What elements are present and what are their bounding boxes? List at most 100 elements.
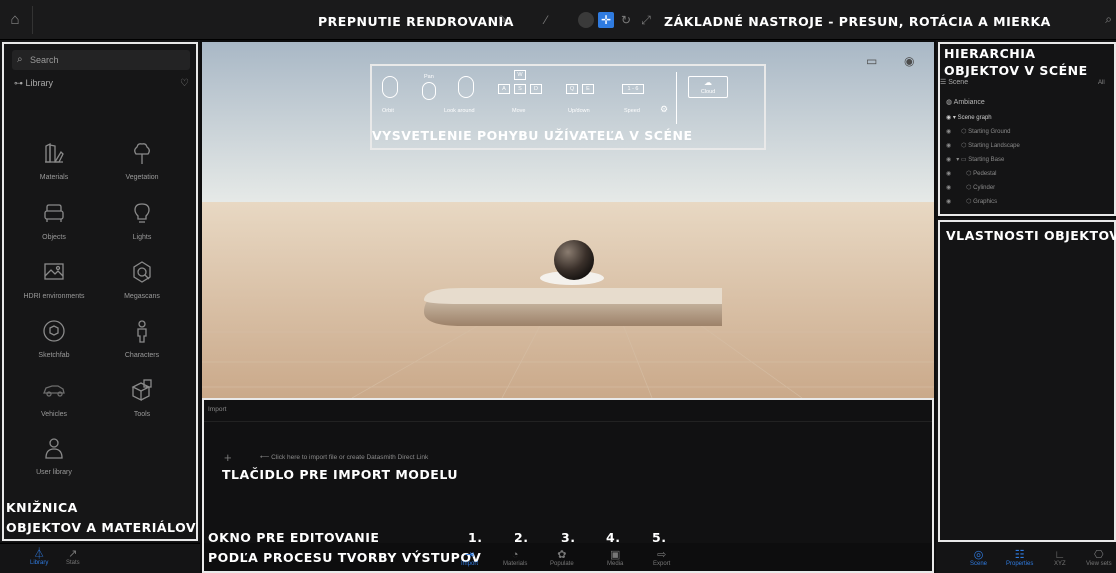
library-item-label: Materials	[39, 174, 69, 181]
annotation-user-movement: VYSVETLENIE POHYBU UŽÍVATEĽA V SCÉNE	[372, 128, 693, 143]
nav-scene[interactable]: ◎ Scene	[970, 549, 987, 567]
tree-item-scene-graph[interactable]: ◉ ▾ Scene graph	[946, 114, 992, 121]
tree-label: Scene graph	[957, 115, 992, 121]
library-nav-icon: ⏃	[33, 548, 45, 560]
properties-icon: ☷	[1014, 549, 1025, 561]
nav-label: Library	[30, 560, 49, 566]
vegetation-icon	[134, 143, 150, 164]
home-icon[interactable]: ⌂	[4, 9, 26, 31]
tree-item-pedestal[interactable]: ◉ ⬡ Pedestal	[946, 170, 997, 177]
nav-materials[interactable]: ◔ Materials	[503, 549, 527, 567]
library-item-vehicles[interactable]: Vehicles	[14, 377, 94, 433]
search-icon: ⌕	[17, 54, 23, 65]
library-header[interactable]: ⊶ Library ♡	[14, 78, 189, 89]
key-q: Q	[566, 84, 578, 94]
tree-item-ambiance[interactable]: ◍ Ambiance	[946, 98, 985, 106]
library-item-objects[interactable]: Objects	[14, 200, 94, 256]
library-item-megascans[interactable]: Megascans	[102, 259, 182, 315]
scene-header[interactable]: ☰ Scene	[940, 78, 968, 86]
library-item-label: Lights	[132, 234, 152, 241]
rotate-tool-icon[interactable]: ↻	[618, 12, 634, 28]
nav-label: Populate	[550, 561, 574, 567]
nav-library[interactable]: ⏃ Library	[30, 548, 48, 566]
library-item-lights[interactable]: Lights	[102, 200, 182, 256]
library-item-label: Tools	[133, 411, 151, 418]
brush-icon[interactable]: ⁄	[538, 12, 554, 28]
nav-import[interactable]: ⇥ Import	[461, 549, 478, 567]
search-placeholder: Search	[30, 55, 59, 65]
tree-label: Graphics	[973, 199, 998, 205]
nav-view-sets[interactable]: ⎔ View sets	[1086, 549, 1112, 567]
import-plus-icon[interactable]: +	[224, 450, 232, 465]
nav-media[interactable]: ▣ Media	[607, 549, 623, 567]
nav-stats[interactable]: ↗ Stats	[66, 548, 80, 566]
nav-populate[interactable]: ✿ Populate	[550, 549, 574, 567]
cloud-button[interactable]: ☁ Cloud	[688, 76, 728, 98]
scale-tool-icon[interactable]: ⤢	[638, 12, 654, 28]
nav-label: View sets	[1086, 561, 1112, 567]
nav-properties[interactable]: ☷ Properties	[1006, 549, 1033, 567]
right-bottom-nav: ◎ Scene ☷ Properties ∟ XYZ ⎔ View sets	[936, 543, 1116, 573]
tree-label: Pedestal	[973, 171, 997, 177]
key-d: D	[530, 84, 542, 94]
import-hint-text: Click here to import file or create Data…	[271, 454, 429, 461]
hud-updown-label: Up/down	[568, 108, 590, 114]
search-input[interactable]: ⌕ Search	[12, 50, 190, 70]
hud-orbit-label: Orbit	[382, 108, 394, 114]
eye-icon: ◉ ▾	[946, 115, 958, 121]
search-icon[interactable]: ⌕	[1105, 12, 1112, 27]
arrow-left-icon: ⟵	[260, 454, 272, 461]
globe-icon: ◍	[946, 99, 954, 106]
filter-all[interactable]: All	[1098, 80, 1105, 86]
export-icon: ⇨	[657, 549, 667, 561]
tree-label: Ambiance	[953, 99, 985, 106]
annotation-library-line2: OBJEKTOV A MATERIÁLOV	[6, 520, 197, 535]
key-speed: 1 - 6	[622, 84, 644, 94]
nav-label: Scene	[970, 561, 988, 567]
tree-item-starting-base[interactable]: ◉ ▾ ▭ Starting Base	[946, 156, 1004, 163]
tree-item-cylinder[interactable]: ◉ ⬡ Cylinder	[946, 184, 995, 191]
library-item-user-library[interactable]: User library	[14, 435, 94, 491]
tree-item-graphics[interactable]: ◉ ⬡ Graphics	[946, 198, 997, 205]
favorite-icon[interactable]: ♡	[180, 78, 189, 89]
library-item-label: Characters	[124, 352, 160, 359]
library-tree-icon: ⊶	[14, 78, 26, 88]
import-icon: ⇥	[464, 549, 475, 561]
import-hint[interactable]: ⟵ Click here to import file or create Da…	[260, 453, 428, 461]
nav-label: Materials	[503, 561, 528, 567]
tools-icon	[131, 379, 152, 402]
tree-item-starting-landscape[interactable]: ◉ ⬡ Starting Landscape	[946, 142, 1020, 149]
tree-item-starting-ground[interactable]: ◉ ⬡ Starting Ground	[946, 128, 1011, 135]
edit-panel-header: Import	[202, 398, 934, 422]
media-icon: ▣	[609, 549, 621, 561]
eye-icon: ◉ ⬡	[946, 199, 974, 205]
populate-icon: ✿	[557, 549, 567, 561]
library-item-materials[interactable]: Materials	[14, 140, 94, 196]
library-item-hdri[interactable]: HDRI environments	[14, 259, 94, 315]
nav-label: Media	[607, 561, 624, 567]
nav-label: Properties	[1006, 561, 1034, 567]
panel-toggle-icon[interactable]: ▭	[866, 54, 877, 68]
library-item-tools[interactable]: Tools	[102, 377, 182, 433]
library-item-characters[interactable]: Characters	[102, 318, 182, 374]
megascans-icon	[133, 261, 151, 283]
nav-xyz[interactable]: ∟ XYZ	[1054, 549, 1066, 567]
sphere-icon[interactable]	[578, 12, 594, 28]
materials-icon	[45, 142, 64, 163]
nav-label: Import	[461, 561, 479, 567]
annotation-hierarchy-line2: OBJEKTOV V SCÉNE	[944, 63, 1088, 78]
library-panel: ⌕ Search ⊶ Library ♡ Materials Vegetatio…	[0, 40, 200, 542]
hud-settings-icon[interactable]: ⚙	[660, 104, 668, 115]
library-item-vegetation[interactable]: Vegetation	[102, 140, 182, 196]
library-item-sketchfab[interactable]: Sketchfab	[14, 318, 94, 374]
library-item-label: Objects	[42, 234, 66, 241]
hdri-icon	[44, 263, 64, 280]
move-tool-icon[interactable]: ✛	[598, 12, 614, 28]
nav-export[interactable]: ⇨ Export	[653, 549, 670, 567]
visibility-icon[interactable]: ◉	[904, 54, 914, 68]
annotation-library-line1: KNIŽNICA	[6, 500, 78, 515]
hud-speed-label: Speed	[624, 108, 640, 114]
workflow-nav: ⇥ Import ◔ Materials ✿ Populate ▣ Media ⇨ Exp…	[202, 543, 934, 573]
hud-cloud-label: Cloud	[700, 89, 716, 95]
materials-nav-icon: ◔	[511, 549, 519, 561]
